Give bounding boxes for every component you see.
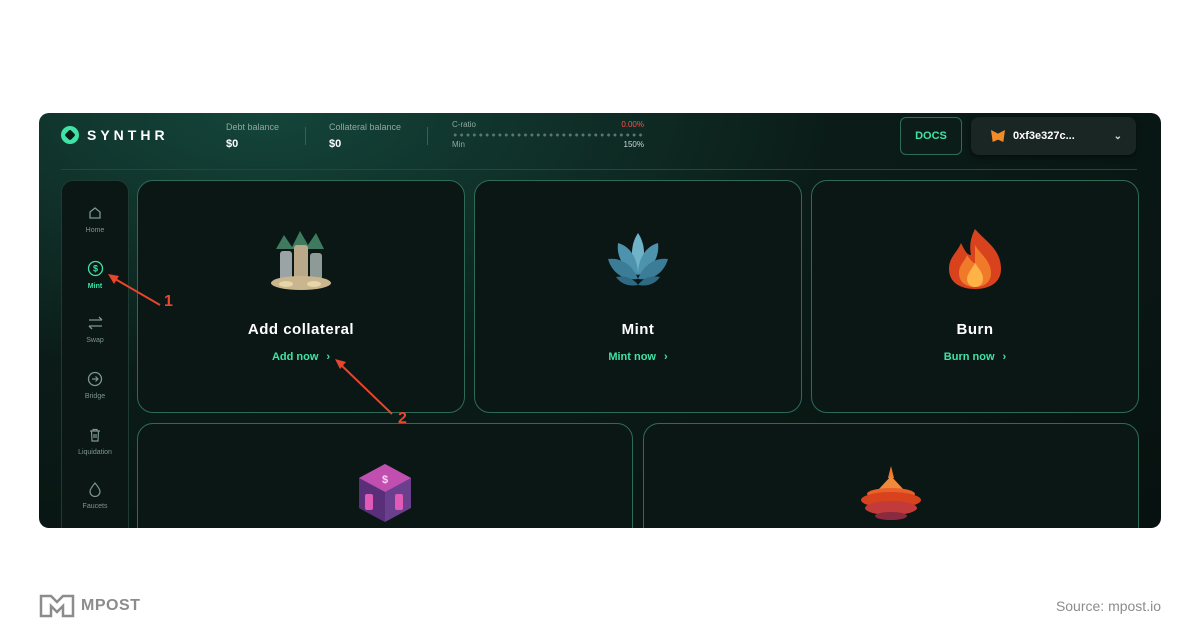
mint-now-link[interactable]: Mint now › [475, 351, 801, 363]
chevron-down-icon: ⌄ [1113, 130, 1122, 142]
svg-text:$: $ [92, 264, 97, 274]
dollar-circle-icon: $ [87, 260, 103, 277]
collateral-balance: Collateral balance $0 [329, 122, 401, 150]
card-title: Mint [621, 321, 655, 338]
annotation-number-1: 1 [164, 293, 173, 310]
mpost-logo-icon [39, 594, 75, 618]
sidebar-item-liquidation[interactable]: Liquidation [62, 427, 128, 456]
add-now-link[interactable]: Add now › [138, 351, 464, 363]
debt-balance-label: Debt balance [226, 122, 280, 132]
app-window: SYNTHR Debt balance $0 Collateral balanc… [39, 113, 1161, 528]
header-divider [61, 169, 1137, 170]
trash-icon [90, 428, 100, 442]
swap-card[interactable]: $ [137, 423, 633, 528]
burn-card[interactable]: Burn Burn now › [811, 180, 1139, 413]
chevron-right-icon: › [663, 351, 668, 363]
c-ratio-gauge: C-ratio 0.00% Min 150% [452, 120, 644, 149]
card-link-label: Mint now [608, 351, 656, 363]
mpost-brand: MPOST [81, 597, 141, 614]
svg-text:$: $ [382, 474, 388, 486]
mint-card[interactable]: Mint Mint now › [474, 180, 802, 413]
wallet-address: 0xf3e327c... [1013, 130, 1075, 142]
c-ratio-value: 0.00% [621, 120, 644, 129]
lotus-icon [608, 233, 668, 286]
dollar-cube-icon: $ [359, 464, 411, 522]
collateral-balance-label: Collateral balance [329, 122, 402, 132]
wallet-button[interactable]: 0xf3e327c... ⌄ [971, 117, 1136, 155]
synthr-logo-icon [61, 126, 79, 144]
bridge-card[interactable] [643, 423, 1139, 528]
coins-stack-icon [271, 231, 331, 290]
sidebar-item-swap[interactable]: Swap [62, 315, 128, 344]
docs-button[interactable]: DOCS [900, 117, 962, 155]
sidebar-item-label: Liquidation [78, 449, 112, 456]
min-value: 150% [623, 140, 644, 149]
min-label: Min [452, 140, 465, 149]
burn-now-link[interactable]: Burn now › [812, 351, 1138, 363]
metamask-fox-icon [991, 130, 1005, 142]
sidebar-item-label: Faucets [82, 503, 108, 510]
card-link-label: Add now [271, 351, 319, 363]
divider [305, 127, 306, 145]
brand-logo[interactable]: SYNTHR [61, 126, 169, 144]
card-title: Burn [956, 321, 994, 338]
spinning-top-icon [861, 466, 921, 520]
debt-balance: Debt balance $0 [226, 122, 279, 150]
card-link-label: Burn now [943, 351, 995, 363]
c-ratio-dots [452, 133, 644, 137]
chevron-right-icon: › [326, 351, 331, 363]
c-ratio-label: C-ratio [452, 120, 477, 129]
annotation-number-2: 2 [398, 410, 407, 427]
card-title: Add collateral [247, 321, 355, 338]
sidebar: Home $ Mint Swap Bridge Liquidation Fauc… [61, 180, 129, 528]
sidebar-item-label: Mint [87, 283, 103, 290]
divider [427, 127, 428, 145]
sidebar-item-faucets[interactable]: Faucets [62, 481, 128, 510]
flame-icon [949, 229, 1001, 289]
debt-balance-value: $0 [226, 138, 239, 150]
sidebar-item-bridge[interactable]: Bridge [62, 371, 128, 400]
sidebar-item-mint[interactable]: $ Mint [62, 260, 128, 290]
chevron-right-icon: › [1002, 351, 1007, 363]
swap-arrows-icon [88, 316, 102, 330]
sidebar-item-label: Home [85, 227, 105, 234]
sidebar-item-label: Swap [86, 337, 104, 344]
arrow-circle-icon [87, 371, 103, 387]
source-credit: Source: mpost.io [1055, 598, 1161, 614]
sidebar-item-home[interactable]: Home [62, 205, 128, 234]
brand-name: SYNTHR [87, 127, 169, 143]
sidebar-item-label: Bridge [84, 393, 106, 400]
top-bar: SYNTHR Debt balance $0 Collateral balanc… [39, 113, 1161, 169]
mpost-logo: MPOST [39, 594, 140, 618]
droplet-icon [89, 482, 101, 497]
collateral-balance-value: $0 [329, 138, 342, 150]
home-icon [89, 207, 101, 219]
add-collateral-card[interactable]: Add collateral Add now › [137, 180, 465, 413]
